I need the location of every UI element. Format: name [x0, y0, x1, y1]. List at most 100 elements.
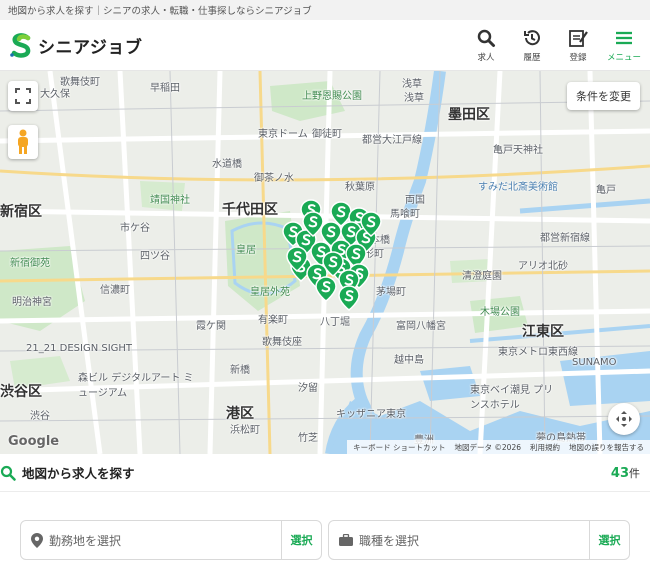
map-label: 秋葉原 — [345, 182, 375, 193]
map-label: 亀戸 — [596, 185, 616, 196]
map-label: 浅草 — [404, 93, 424, 104]
location-pin-icon — [31, 532, 43, 548]
map-label: 港区 — [226, 406, 254, 422]
search-icon — [477, 29, 495, 47]
map-label: 汐留 — [298, 383, 318, 394]
map-label: 明治神宮 — [12, 297, 52, 308]
result-count-number: 43 — [610, 465, 629, 481]
pegman-icon — [18, 129, 28, 154]
job-type-select-button[interactable]: 選択 — [589, 521, 629, 559]
result-count: 43件 — [611, 465, 640, 481]
map-label: 東京ドーム — [258, 129, 308, 140]
map-label: 富岡八幡宮 — [396, 321, 446, 332]
map-label: 靖国神社 — [150, 195, 190, 206]
history-icon — [524, 29, 540, 45]
map-label: 墨田区 — [448, 107, 490, 123]
map-label: 越中島 — [394, 355, 424, 366]
keyboard-shortcuts-link[interactable]: キーボード ショートカット — [353, 442, 445, 453]
map-label: 木場公園 — [480, 307, 520, 318]
map-label: 渋谷区 — [0, 384, 42, 400]
breadcrumb-text: 地図から求人を探す｜シニアの求人・転職・仕事探しならシニアジョブ — [8, 6, 312, 17]
report-error-link[interactable]: 地図の誤りを報告する — [569, 442, 644, 453]
map-label: SUNAMO — [572, 357, 617, 368]
nav-jobs[interactable]: 求人 — [470, 28, 502, 63]
map-label: 上野恩賜公園 — [302, 91, 362, 102]
nav-jobs-label: 求人 — [477, 52, 495, 63]
job-map[interactable]: 歌舞伎町 大久保 早稲田 上野恩賜公園 浅草 浅草 墨田区 東京ドーム 御徒町 … — [0, 71, 650, 454]
job-pin-icon[interactable] — [286, 246, 308, 272]
location-select-button[interactable]: 選択 — [281, 521, 321, 559]
map-label: 新橋 — [230, 365, 250, 376]
map-label: 21_21 DESIGN SIGHT — [26, 343, 133, 354]
logo-icon — [10, 33, 31, 58]
map-label: 都営新宿線 — [540, 233, 590, 244]
job-pin-icon[interactable] — [360, 211, 382, 237]
map-label: 霞ケ関 — [196, 321, 226, 332]
map-label: 竹芝 — [298, 433, 318, 444]
menu-icon — [616, 31, 632, 44]
job-pin-icon[interactable] — [322, 251, 344, 277]
map-label: 有楽町 — [258, 315, 288, 326]
result-count-unit: 件 — [629, 466, 640, 480]
map-label: 歌舞伎座 — [262, 337, 302, 348]
map-label: アリオ北砂 — [518, 261, 568, 272]
nav-register[interactable]: 登録 — [562, 28, 594, 63]
map-label: 大久保 — [40, 89, 70, 100]
job-type-select[interactable]: 職種を選択 選択 — [328, 520, 630, 560]
map-label: キッザニア東京 — [336, 409, 406, 420]
map-label: 皇居 — [236, 245, 256, 256]
change-conditions-button[interactable]: 条件を変更 — [567, 82, 640, 110]
map-label: 清澄庭園 — [462, 271, 502, 282]
map-label: 渋谷 — [30, 411, 50, 422]
nav-register-label: 登録 — [569, 52, 587, 63]
map-search-header: 地図から求人を探す 43件 — [0, 454, 650, 492]
nav-history[interactable]: 履歴 — [516, 28, 548, 63]
location-placeholder: 勤務地を選択 — [49, 533, 122, 548]
map-search-title: 地図から求人を探す — [22, 466, 135, 481]
map-label: 東京ベイ潮見 プリンスホテル — [470, 385, 554, 411]
map-label: 亀戸天神社 — [493, 145, 543, 156]
crosshair-icon — [616, 411, 632, 427]
job-pin-icon[interactable] — [302, 211, 324, 237]
fullscreen-icon — [15, 88, 31, 104]
nav-menu-label: メニュー — [607, 52, 642, 63]
map-label: すみだ北斎美術館 — [478, 182, 558, 193]
map-label: 新宿御苑 — [10, 258, 50, 269]
register-icon — [569, 29, 588, 47]
map-label: 皇居外苑 — [250, 287, 290, 298]
map-search-title-group: 地図から求人を探す — [0, 463, 135, 482]
street-view-button[interactable] — [8, 125, 38, 159]
map-label: 東京メトロ東西線 — [498, 347, 578, 358]
locate-button[interactable] — [608, 403, 640, 435]
map-label: 都営大江戸線 — [362, 135, 422, 146]
fullscreen-button[interactable] — [8, 81, 38, 111]
site-logo[interactable]: シニアジョブ — [8, 32, 142, 58]
site-header: シニアジョブ 求人 履歴 登録 メニュー — [0, 20, 650, 71]
map-data-text: 地図データ ©2026 — [454, 442, 521, 452]
location-select-field[interactable]: 勤務地を選択 — [21, 521, 281, 559]
map-label: 市ケ谷 — [120, 223, 150, 234]
logo-text: シニアジョブ — [38, 37, 143, 58]
breadcrumb-bar: 地図から求人を探す｜シニアの求人・転職・仕事探しならシニアジョブ — [0, 0, 650, 20]
job-type-placeholder: 職種を選択 — [359, 533, 420, 548]
map-label: 御茶ノ水 — [254, 173, 294, 184]
header-nav: 求人 履歴 登録 メニュー — [470, 28, 642, 63]
nav-history-label: 履歴 — [523, 52, 541, 63]
job-pin-icon[interactable] — [338, 285, 360, 311]
filter-selects: 勤務地を選択 選択 職種を選択 選択 — [0, 492, 650, 560]
map-label: 馬喰町 — [390, 209, 420, 220]
map-label: 江東区 — [522, 324, 564, 340]
search-icon — [0, 465, 16, 481]
job-pin-icon[interactable] — [315, 276, 337, 302]
location-select[interactable]: 勤務地を選択 選択 — [20, 520, 322, 560]
map-label: 信濃町 — [100, 285, 130, 296]
nav-menu[interactable]: メニュー — [607, 28, 642, 63]
map-label: 浅草 — [402, 79, 422, 90]
terms-link[interactable]: 利用規約 — [530, 442, 560, 453]
map-label: 浜松町 — [230, 425, 260, 436]
map-label: 早稲田 — [150, 83, 180, 94]
job-type-select-field[interactable]: 職種を選択 — [329, 521, 589, 559]
map-attribution: キーボード ショートカット 地図データ ©2026 利用規約 地図の誤りを報告す… — [347, 440, 650, 454]
map-label: 新宿区 — [0, 204, 42, 220]
map-label: 千代田区 — [222, 202, 278, 218]
